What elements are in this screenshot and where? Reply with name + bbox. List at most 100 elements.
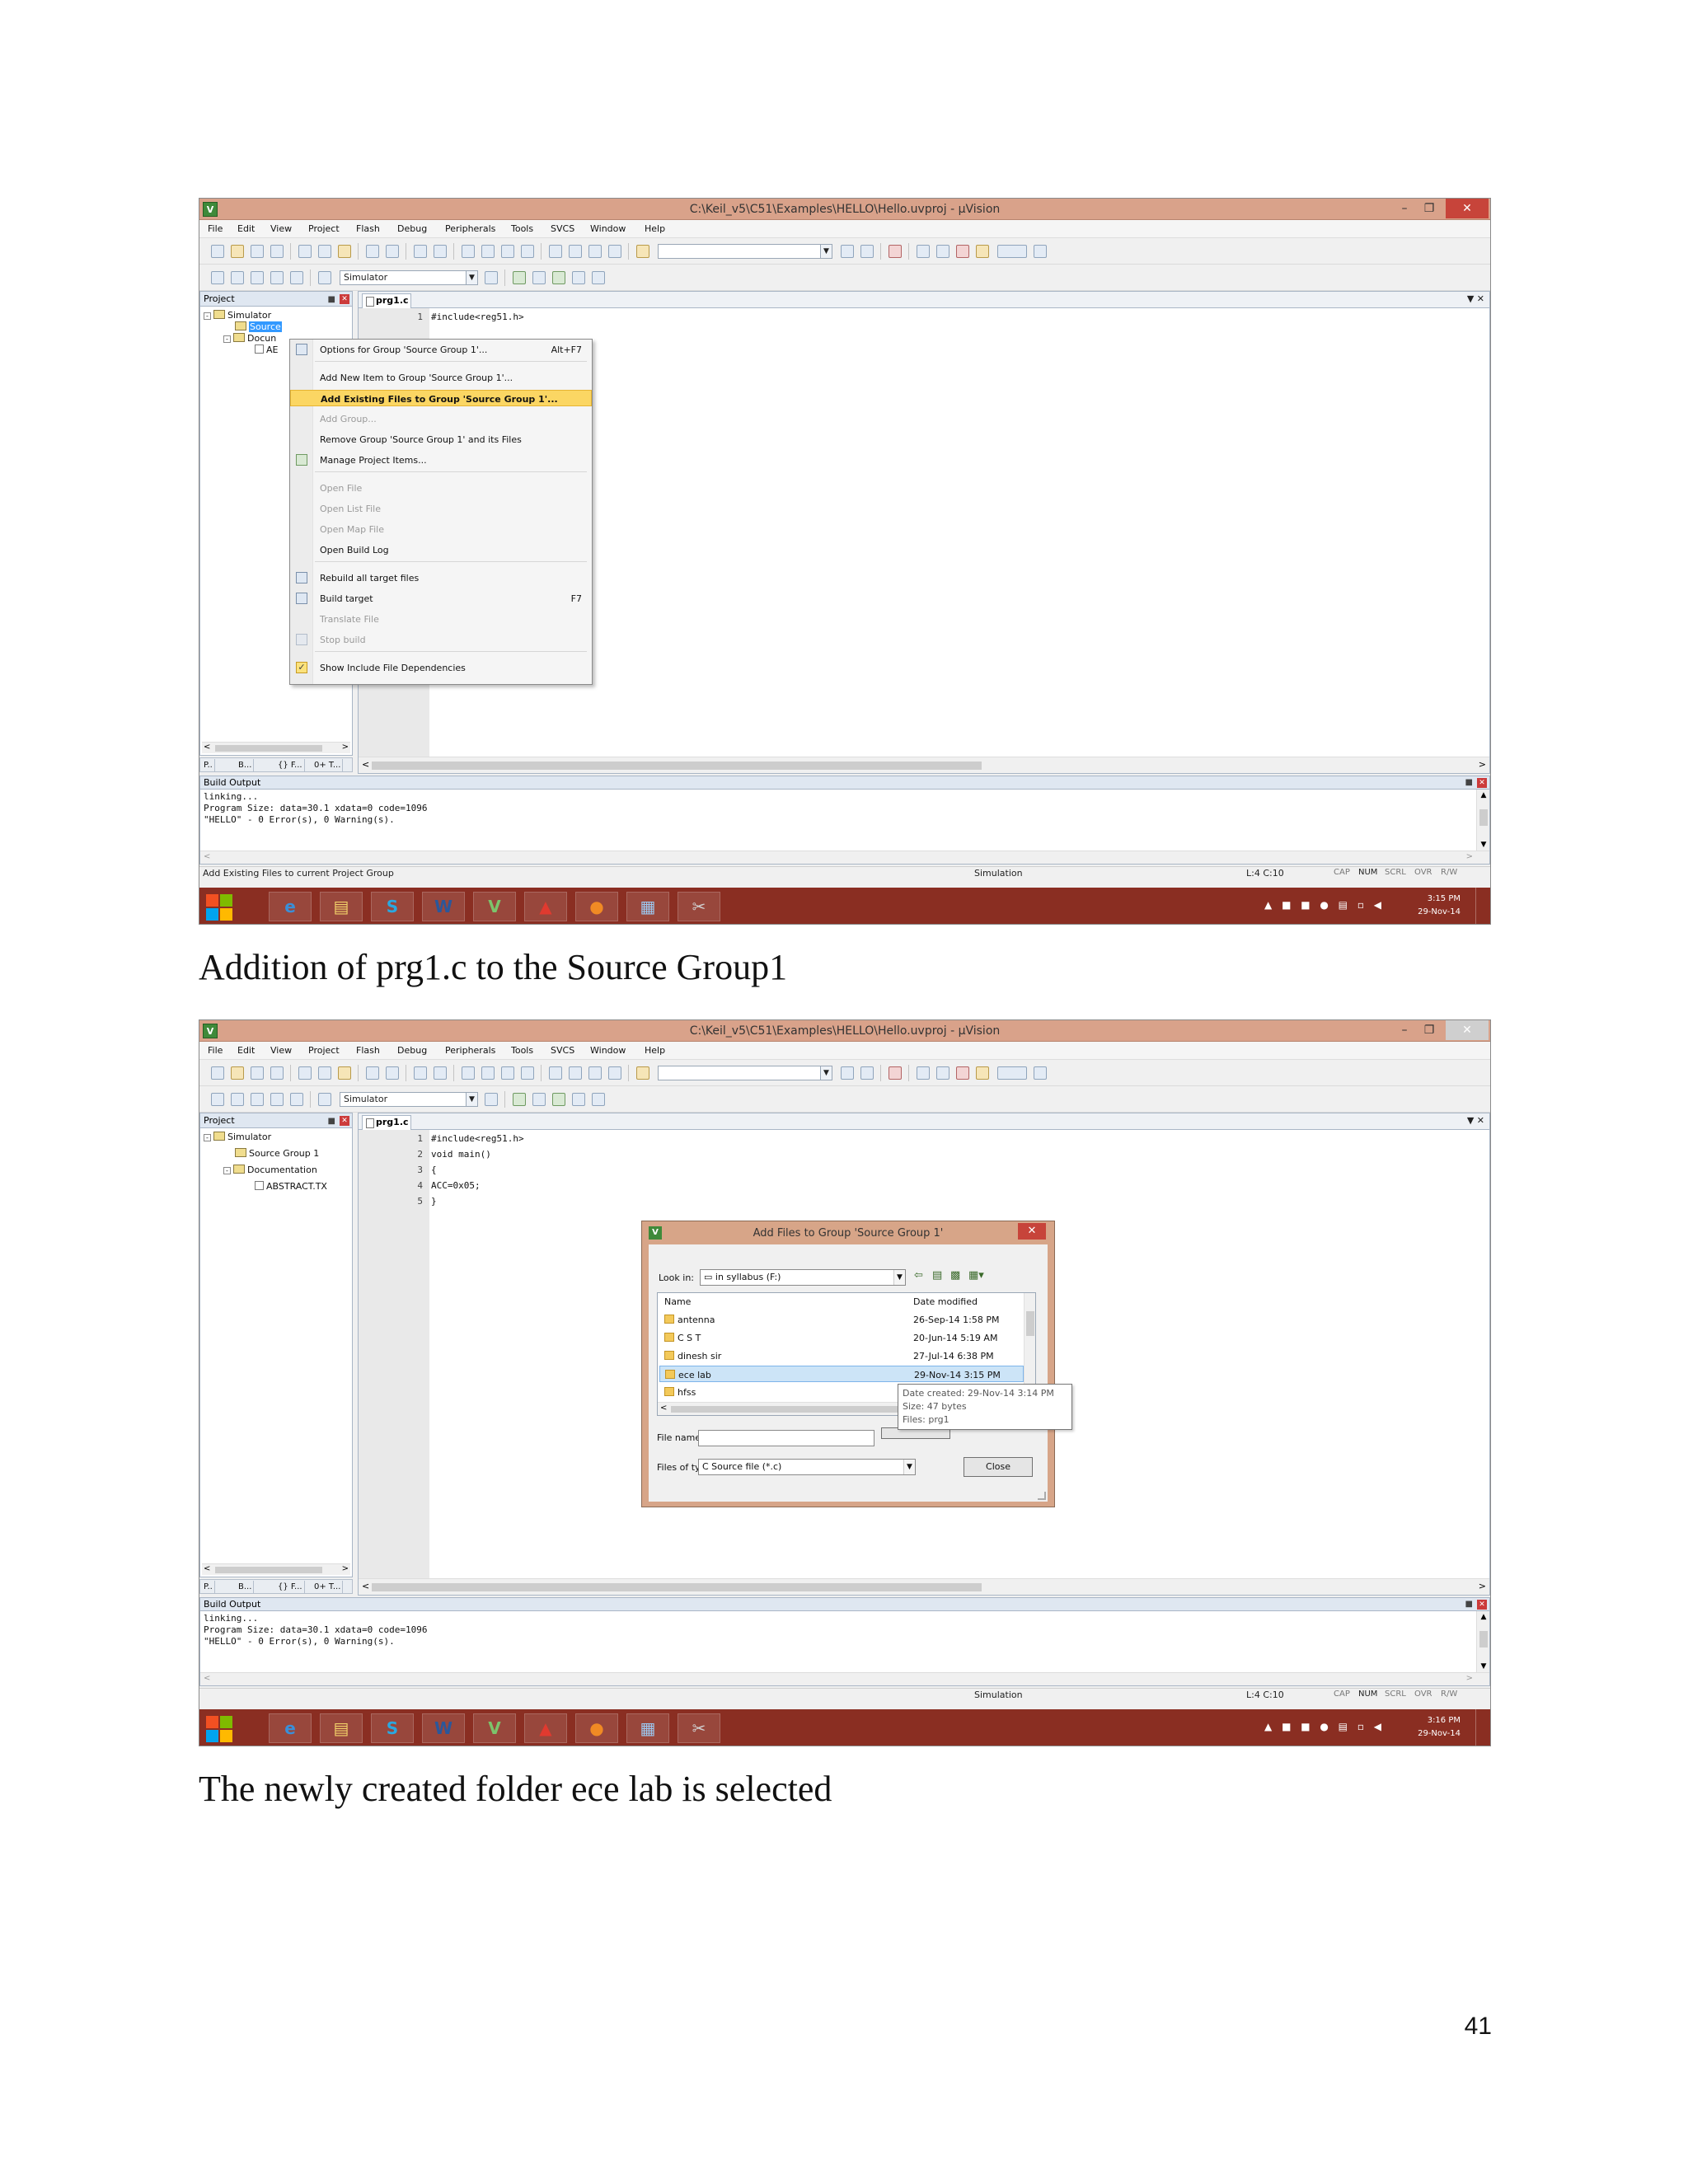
tray-time[interactable]: 3:15 PM <box>1428 894 1461 903</box>
file-type-combo[interactable]: C Source file (*.c) ▼ <box>698 1459 916 1475</box>
back-arrow-icon[interactable]: ⇦ <box>914 1269 923 1282</box>
bookmark-clear-icon[interactable] <box>521 245 534 258</box>
find-in-files-icon[interactable] <box>636 245 649 258</box>
tree-item-file[interactable]: AE <box>255 344 278 355</box>
build-hscroll[interactable]: < > <box>200 1672 1489 1685</box>
collapse-icon[interactable]: - <box>223 1167 231 1174</box>
window-layout-icon[interactable] <box>997 1066 1027 1080</box>
pin-icon[interactable]: ■ <box>1465 1598 1473 1610</box>
configure-icon[interactable] <box>1034 1066 1047 1080</box>
manage-project-icon[interactable] <box>513 271 526 284</box>
target-combo[interactable]: Simulator ▼ <box>340 1092 478 1107</box>
show-desktop-button[interactable] <box>1475 1709 1484 1746</box>
code-line[interactable]: 4 ACC=0x05; <box>359 1180 480 1191</box>
bookmark-clear-icon[interactable] <box>521 1066 534 1080</box>
paste-icon[interactable] <box>338 1066 351 1080</box>
minimize-icon[interactable]: – <box>1393 1020 1416 1040</box>
menu-view[interactable]: View <box>270 1045 292 1056</box>
build-hscroll[interactable]: < > <box>200 851 1489 864</box>
column-header-name[interactable]: Name <box>664 1296 691 1307</box>
scroll-left-icon[interactable]: < <box>204 1674 210 1683</box>
undo-icon[interactable] <box>366 1066 379 1080</box>
internet-explorer-icon[interactable]: e <box>269 892 312 921</box>
breakpoint-all-icon[interactable] <box>976 245 989 258</box>
bookmark-icon[interactable] <box>462 1066 475 1080</box>
chevron-down-icon[interactable]: ▼ <box>893 1270 905 1285</box>
view-menu-icon[interactable]: ▦▾ <box>968 1269 984 1282</box>
tab-prg1-c[interactable]: prg1.c <box>362 293 411 308</box>
menu-view[interactable]: View <box>270 223 292 234</box>
project-hscroll[interactable]: < > <box>202 742 350 753</box>
file-name-input[interactable] <box>698 1430 874 1446</box>
scroll-right-icon[interactable]: > <box>1466 852 1473 861</box>
scroll-up-icon[interactable]: ▲ <box>1477 791 1490 799</box>
scroll-left-icon[interactable]: < <box>362 759 369 770</box>
tree-item-target[interactable]: - Simulator <box>204 310 271 321</box>
comment-icon[interactable] <box>588 245 602 258</box>
debug-session-icon[interactable] <box>889 1066 902 1080</box>
target-combo[interactable]: Simulator ▼ <box>340 270 478 285</box>
tree-item-source-group[interactable]: Source <box>235 321 282 332</box>
up-folder-icon[interactable]: ▤ <box>932 1269 942 1282</box>
build-vscroll[interactable]: ▲ ▼ <box>1476 790 1489 851</box>
comment-icon[interactable] <box>588 1066 602 1080</box>
new-file-icon[interactable] <box>211 1066 224 1080</box>
scroll-down-icon[interactable]: ▼ <box>1477 841 1490 849</box>
file-row-cst[interactable]: C S T 20-Jun-14 5:19 AM <box>659 1329 1024 1346</box>
paste-icon[interactable] <box>338 245 351 258</box>
acrobat-icon[interactable]: ▲ <box>524 892 567 921</box>
target-options-icon[interactable] <box>485 271 498 284</box>
save-all-icon[interactable] <box>270 1066 284 1080</box>
new-folder-icon[interactable]: ▩ <box>950 1269 960 1282</box>
nav-back-icon[interactable] <box>414 245 427 258</box>
menu-item-show-include-deps[interactable]: ✓ Show Include File Dependencies <box>290 659 592 676</box>
tab-project[interactable]: P.. <box>202 759 215 771</box>
tray-date[interactable]: 29-Nov-14 <box>1418 907 1461 916</box>
scroll-thumb[interactable] <box>215 1567 322 1573</box>
menu-item-open-file[interactable]: Open File <box>290 480 592 496</box>
bookmark-icon[interactable] <box>462 245 475 258</box>
code-line[interactable]: 1 #include<reg51.h> <box>359 312 523 322</box>
editor-hscroll[interactable]: < > <box>359 1578 1489 1595</box>
copy-icon[interactable] <box>318 245 331 258</box>
tab-prg1-c[interactable]: prg1.c <box>362 1115 411 1130</box>
tab-functions[interactable]: {} F... <box>276 1581 305 1593</box>
indent-icon[interactable] <box>549 245 562 258</box>
manage-run-time-icon[interactable] <box>552 271 565 284</box>
collapse-icon[interactable]: - <box>223 335 231 343</box>
scroll-left-icon[interactable]: < <box>204 852 210 861</box>
scroll-right-icon[interactable]: > <box>1479 1581 1486 1591</box>
minimize-icon[interactable]: – <box>1393 199 1416 218</box>
menu-project[interactable]: Project <box>308 223 340 234</box>
menu-item-add-group[interactable]: Add Group... <box>290 410 592 427</box>
file-explorer-icon[interactable]: ▤ <box>320 1713 363 1743</box>
menu-help[interactable]: Help <box>645 1045 665 1056</box>
bookmark-next-icon[interactable] <box>501 245 514 258</box>
menu-item-open-build-log[interactable]: Open Build Log <box>290 541 592 558</box>
pack-installer-icon[interactable] <box>572 1093 585 1106</box>
close-icon[interactable]: ✕ <box>1477 1600 1487 1610</box>
software-packs-icon[interactable] <box>592 271 605 284</box>
tree-item-source-group[interactable]: Source Group 1 <box>235 1148 319 1159</box>
uncomment-icon[interactable] <box>608 1066 621 1080</box>
scroll-up-icon[interactable]: ▲ <box>1477 1613 1490 1621</box>
menu-item-add-existing-files[interactable]: Add Existing Files to Group 'Source Grou… <box>290 390 592 406</box>
find-icon[interactable] <box>841 1066 854 1080</box>
menu-item-build-target[interactable]: Build target F7 <box>290 590 592 607</box>
manage-project-icon[interactable] <box>513 1093 526 1106</box>
tab-templates[interactable]: 0+ T... <box>312 759 344 771</box>
file-row-antenna[interactable]: antenna 26-Sep-14 1:58 PM <box>659 1311 1024 1328</box>
target-options-icon[interactable] <box>485 1093 498 1106</box>
breakpoint-all-icon[interactable] <box>976 1066 989 1080</box>
close-icon[interactable]: ✕ <box>340 1116 349 1126</box>
file-row-dinesh-sir[interactable]: dinesh sir 27-Jul-14 6:38 PM <box>659 1347 1024 1364</box>
rebuild-icon[interactable] <box>251 1093 264 1106</box>
incremental-find-icon[interactable] <box>860 245 874 258</box>
menu-svcs[interactable]: SVCS <box>551 223 574 234</box>
close-icon[interactable]: ✕ <box>340 294 349 304</box>
nav-back-icon[interactable] <box>414 1066 427 1080</box>
code-line[interactable]: 1 #include<reg51.h> <box>359 1133 523 1144</box>
resize-grip-icon[interactable] <box>1038 1492 1046 1500</box>
scroll-left-icon[interactable]: < <box>204 743 210 752</box>
code-line[interactable]: 3{ <box>359 1165 436 1175</box>
